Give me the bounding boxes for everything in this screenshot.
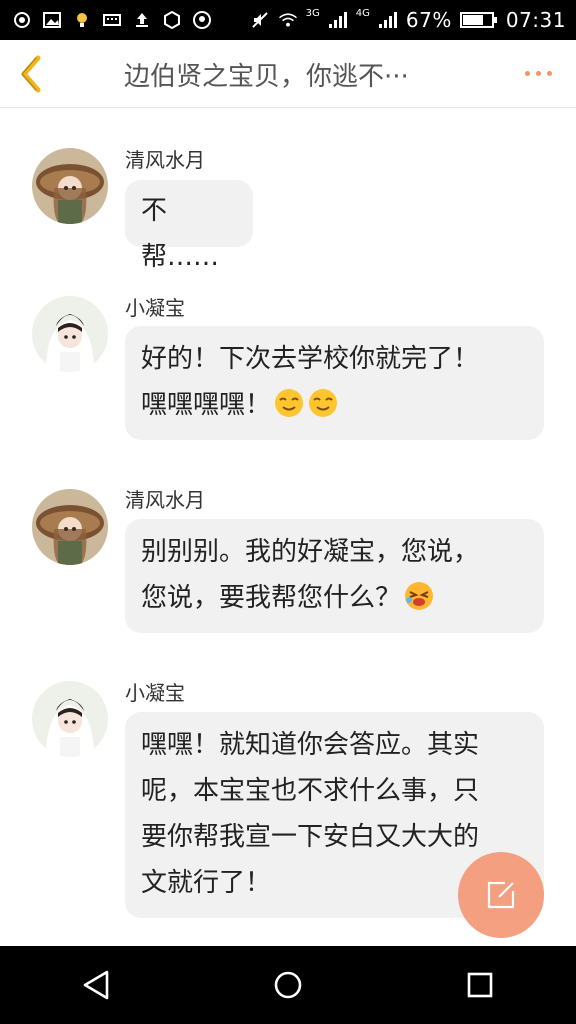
avatar[interactable] bbox=[32, 296, 108, 372]
clock: 07:31 bbox=[505, 8, 566, 32]
message-line: 呢，本宝宝也不求什么事，只 bbox=[141, 776, 480, 806]
upload-notification-icon bbox=[132, 10, 152, 30]
nav-back-button[interactable] bbox=[66, 955, 126, 1015]
back-button[interactable] bbox=[0, 40, 64, 107]
message-text: 不帮…… bbox=[141, 196, 220, 272]
message-line: 好的！下次去学校你就完了！ bbox=[141, 344, 480, 374]
network-4g-label: 4G bbox=[355, 7, 370, 19]
message-line: 嘿嘿！就知道你会答应。其实 bbox=[141, 730, 480, 760]
message-line: 嘿嘿嘿嘿！ bbox=[141, 390, 272, 420]
nav-recents-button[interactable] bbox=[450, 955, 510, 1015]
sender-name: 清风水月 bbox=[125, 488, 205, 512]
message-line: 要你帮我宣一下安白又大大的 bbox=[141, 822, 480, 852]
message-bubble[interactable]: 好的！下次去学校你就完了！ 嘿嘿嘿嘿！ bbox=[125, 326, 544, 440]
battery-percent: 67% bbox=[405, 8, 452, 32]
avatar[interactable] bbox=[32, 681, 108, 757]
message-line: 别别别。我的好凝宝，您说， bbox=[141, 537, 480, 567]
crying-emoji-icon bbox=[403, 580, 435, 612]
battery-icon bbox=[459, 10, 498, 30]
vpn-notification-icon bbox=[192, 10, 212, 30]
more-dots-icon bbox=[546, 70, 552, 76]
sender-name: 小凝宝 bbox=[125, 296, 185, 320]
chat-header: 边伯贤之宝贝，你逃不··· bbox=[0, 40, 576, 108]
avatar[interactable] bbox=[32, 489, 108, 565]
message-bubble[interactable]: 别别别。我的好凝宝，您说， 您说，要我帮您什么？ bbox=[125, 519, 544, 633]
network-3g-label: 3G bbox=[305, 7, 320, 19]
compose-icon bbox=[487, 881, 515, 909]
chat-notification-icon bbox=[12, 10, 32, 30]
avatar[interactable] bbox=[32, 148, 108, 224]
bulb-notification-icon bbox=[72, 10, 92, 30]
chat-title: 边伯贤之宝贝，你逃不··· bbox=[124, 62, 409, 92]
nav-home-button[interactable] bbox=[258, 955, 318, 1015]
more-dots-icon bbox=[535, 70, 541, 76]
sender-name: 清风水月 bbox=[125, 148, 205, 172]
status-bar: 3G 4G 67% 07:31 bbox=[0, 0, 576, 40]
system-navigation-bar bbox=[0, 946, 576, 1024]
circle-home-icon bbox=[274, 971, 302, 999]
message-line-with-emoji: 您说，要我帮您什么？ bbox=[141, 575, 528, 621]
status-left-icons bbox=[0, 10, 212, 30]
mute-icon bbox=[250, 10, 270, 30]
square-recents-icon bbox=[467, 972, 493, 998]
wifi-icon bbox=[278, 10, 298, 30]
message-line-with-emoji: 嘿嘿嘿嘿！ bbox=[141, 382, 528, 428]
app-notification-icon bbox=[162, 10, 182, 30]
keyboard-notification-icon bbox=[102, 10, 122, 30]
image-notification-icon bbox=[42, 10, 62, 30]
compose-button[interactable] bbox=[458, 852, 544, 938]
more-options-button[interactable] bbox=[518, 58, 558, 88]
smirk-emoji-icon bbox=[307, 387, 339, 419]
smirk-emoji-icon bbox=[273, 387, 305, 419]
chat-thread[interactable]: 清风水月 不帮…… 小凝宝 好的！下次去学校你就完了！ 嘿嘿嘿嘿！ 清风水月 别… bbox=[0, 108, 576, 946]
sender-name: 小凝宝 bbox=[125, 681, 185, 705]
message-bubble[interactable]: 不帮…… bbox=[125, 180, 253, 272]
signal-icon bbox=[328, 10, 348, 30]
chevron-left-icon bbox=[21, 55, 41, 92]
triangle-back-icon bbox=[83, 970, 109, 1000]
signal-icon bbox=[378, 10, 398, 30]
more-dots-icon bbox=[524, 70, 530, 76]
message-line: 您说，要我帮您什么？ bbox=[141, 583, 402, 613]
status-right-icons: 3G 4G 67% 07:31 bbox=[250, 8, 576, 32]
